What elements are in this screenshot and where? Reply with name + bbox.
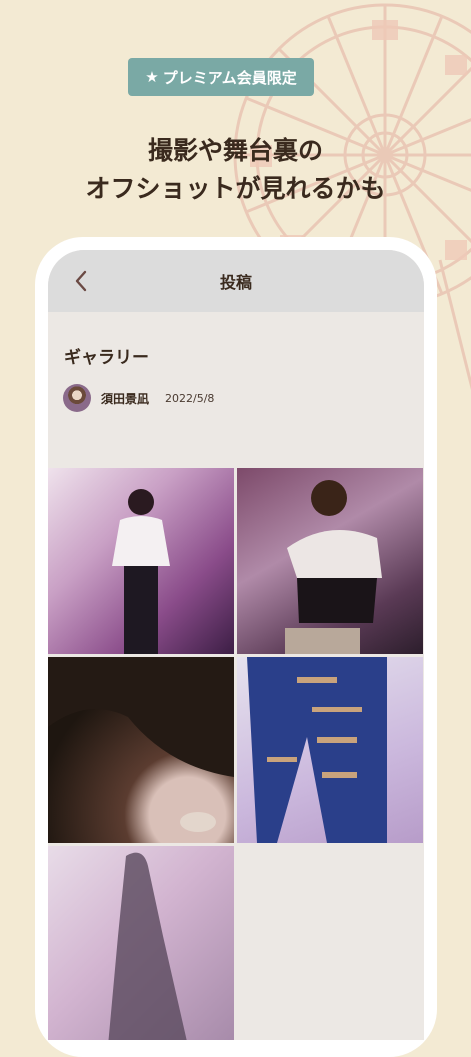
back-button[interactable] — [70, 269, 92, 293]
premium-member-badge: ★ プレミアム会員限定 — [128, 58, 314, 96]
author-name[interactable]: 須田景凪 — [101, 390, 149, 407]
headline-line-2: オフショットが見れるかも — [85, 174, 386, 203]
promo-headline: 撮影や舞台裏の オフショットが見れるかも — [0, 132, 471, 208]
author-row[interactable]: 須田景凪 2022/5/8 — [63, 383, 214, 413]
navigation-bar: 投稿 — [48, 250, 424, 312]
post-date: 2022/5/8 — [165, 391, 215, 405]
avatar[interactable] — [63, 384, 91, 412]
gallery-photo[interactable] — [237, 468, 423, 654]
gallery-photo[interactable] — [237, 657, 423, 843]
post-title: ギャラリー — [64, 348, 149, 368]
gallery-photo[interactable] — [48, 468, 234, 654]
gallery-photo[interactable] — [48, 846, 234, 1040]
star-icon: ★ — [145, 68, 159, 86]
gallery-photo[interactable] — [48, 657, 234, 843]
app-screen: 投稿 ギャラリー 須田景凪 2022/5/8 — [48, 250, 424, 1040]
page-title: 投稿 — [219, 273, 252, 292]
chevron-left-icon — [75, 270, 87, 292]
headline-line-1: 撮影や舞台裏の — [147, 136, 323, 165]
badge-label: プレミアム会員限定 — [162, 68, 297, 87]
